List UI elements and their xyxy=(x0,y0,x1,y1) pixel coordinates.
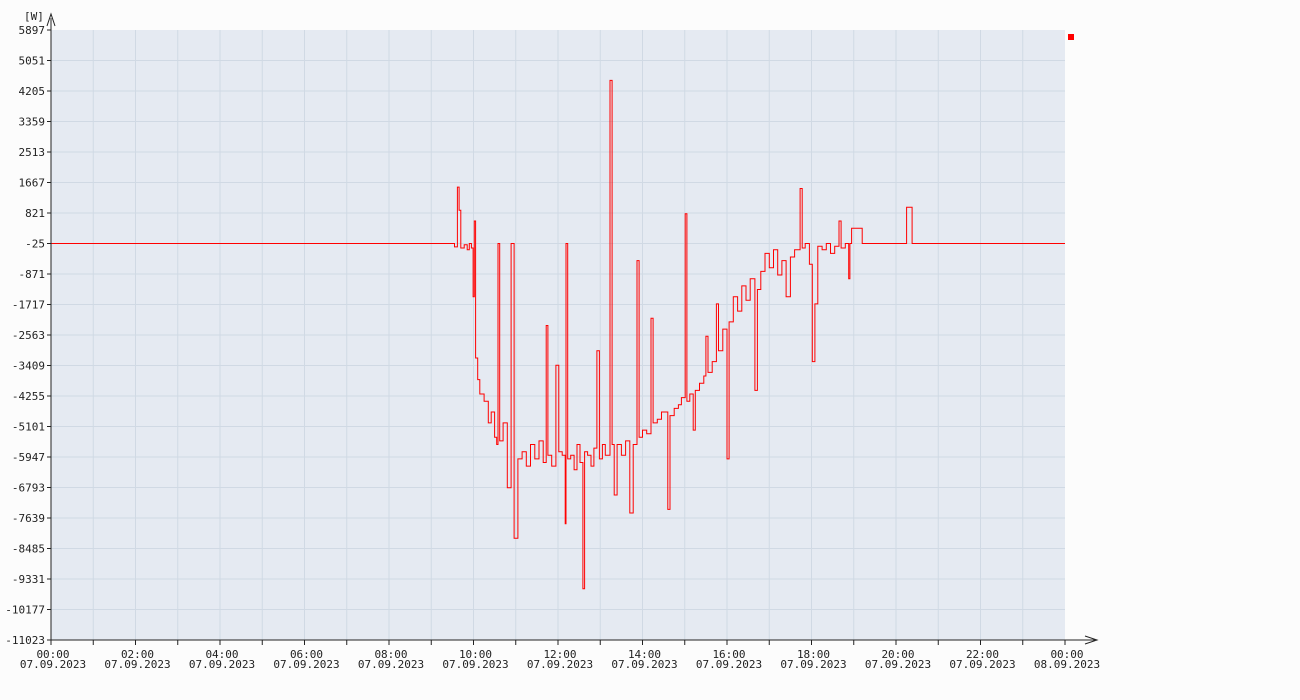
x-tick-date: 07.09.2023 xyxy=(442,658,508,671)
y-tick-label: -9331 xyxy=(12,573,45,586)
x-tick-date: 07.09.2023 xyxy=(104,658,170,671)
y-tick-label: -25 xyxy=(25,238,45,251)
x-tick-labels: 00:0007.09.202302:0007.09.202304:0007.09… xyxy=(20,648,1100,671)
y-tick-label: 821 xyxy=(25,207,45,220)
y-tick-label: -4255 xyxy=(12,390,45,403)
x-tick-date: 07.09.2023 xyxy=(780,658,846,671)
x-tick-date: 07.09.2023 xyxy=(273,658,339,671)
x-tick-date: 07.09.2023 xyxy=(527,658,593,671)
y-tick-label: -7639 xyxy=(12,512,45,525)
x-tick-date: 08.09.2023 xyxy=(1034,658,1100,671)
x-tick-date: 07.09.2023 xyxy=(358,658,424,671)
y-axis-unit-label: [W] xyxy=(24,10,44,23)
y-tick-label: 2513 xyxy=(19,146,46,159)
grid xyxy=(51,30,1065,640)
y-tick-label: -5947 xyxy=(12,451,45,464)
x-tick-date: 07.09.2023 xyxy=(189,658,255,671)
y-tick-label: -10177 xyxy=(5,604,45,617)
y-tick-label: -11023 xyxy=(5,634,45,647)
y-tick-label: 1667 xyxy=(19,177,46,190)
x-tick-date: 07.09.2023 xyxy=(611,658,677,671)
y-tick-label: -8485 xyxy=(12,543,45,556)
y-tick-label: -1717 xyxy=(12,299,45,312)
power-chart: [W] 5897 5051 4205 3359 2513 1667 821 -25 -871 -1… xyxy=(5,10,1100,671)
x-tick-date: 07.09.2023 xyxy=(949,658,1015,671)
x-tick-date: 07.09.2023 xyxy=(696,658,762,671)
y-tick-label: 5051 xyxy=(19,55,46,68)
y-tick-label: -2563 xyxy=(12,329,45,342)
y-tick-label: -3409 xyxy=(12,360,45,373)
y-tick-label: -6793 xyxy=(12,482,45,495)
x-tick-date: 07.09.2023 xyxy=(865,658,931,671)
y-tick-labels: 5897 5051 4205 3359 2513 1667 821 -25 -871 -1717 -… xyxy=(5,24,45,647)
y-tick-label: 3359 xyxy=(19,116,46,129)
y-tick-label: -5101 xyxy=(12,421,45,434)
y-tick-label: 4205 xyxy=(19,85,46,98)
x-tick-date: 07.09.2023 xyxy=(20,658,86,671)
y-tick-label: -871 xyxy=(19,268,46,281)
y-tick-label: 5897 xyxy=(19,24,46,37)
legend-marker xyxy=(1068,34,1074,40)
